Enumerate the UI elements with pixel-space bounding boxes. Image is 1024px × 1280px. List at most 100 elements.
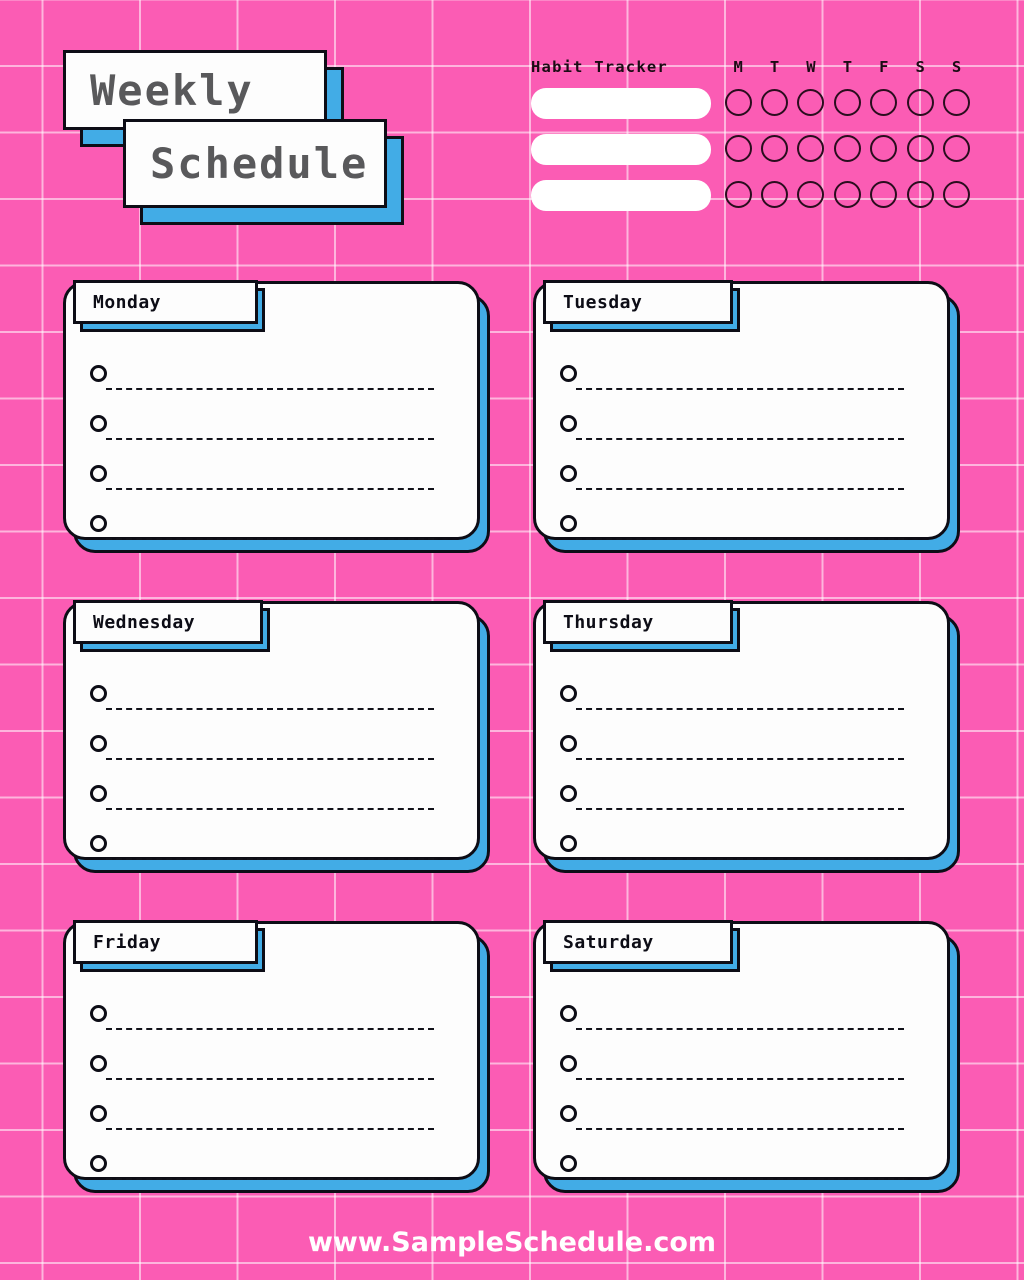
task-checkbox[interactable] — [560, 515, 577, 532]
task-checkbox[interactable] — [90, 685, 107, 702]
task-write-line[interactable] — [106, 858, 434, 860]
task-write-line[interactable] — [576, 488, 904, 490]
habit-check-cell[interactable] — [829, 84, 865, 116]
habit-name-input[interactable] — [531, 134, 711, 165]
habit-check-cell[interactable] — [720, 84, 756, 116]
task-write-line[interactable] — [576, 388, 904, 390]
habit-check-cell[interactable] — [793, 130, 829, 162]
task-write-line[interactable] — [106, 1128, 434, 1130]
habit-check-cell[interactable] — [866, 176, 902, 208]
habit-check-cell[interactable] — [938, 130, 974, 162]
task-checkbox[interactable] — [90, 515, 107, 532]
habit-check-cell[interactable] — [756, 130, 792, 162]
task-checkbox[interactable] — [90, 785, 107, 802]
task-checkbox[interactable] — [90, 1155, 107, 1172]
day-card-friday: Friday — [63, 920, 490, 1193]
habit-day-header-wednesday: W — [806, 58, 816, 76]
task-row — [536, 510, 953, 560]
task-checkbox[interactable] — [90, 735, 107, 752]
task-checkbox[interactable] — [90, 1005, 107, 1022]
task-write-line[interactable] — [576, 808, 904, 810]
task-checkbox[interactable] — [90, 415, 107, 432]
habit-check-cell[interactable] — [756, 176, 792, 208]
circle-icon — [833, 89, 861, 116]
habit-day-header-saturday: S — [915, 58, 925, 76]
task-write-line[interactable] — [576, 708, 904, 710]
task-checkbox[interactable] — [560, 685, 577, 702]
task-write-line[interactable] — [576, 1028, 904, 1030]
habit-tracker: Habit Tracker M T W T F S S — [525, 58, 975, 223]
habit-check-group — [720, 84, 975, 116]
task-row — [66, 1150, 483, 1200]
task-checkbox[interactable] — [90, 835, 107, 852]
task-write-line[interactable] — [106, 438, 434, 440]
habit-check-cell[interactable] — [938, 176, 974, 208]
day-card-wednesday: Wednesday — [63, 600, 490, 873]
task-write-line[interactable] — [106, 1078, 434, 1080]
task-write-line[interactable] — [106, 1178, 434, 1180]
task-write-line[interactable] — [576, 438, 904, 440]
task-checkbox[interactable] — [560, 835, 577, 852]
task-checkbox[interactable] — [90, 365, 107, 382]
habit-row — [525, 130, 975, 176]
task-write-line[interactable] — [106, 1028, 434, 1030]
task-write-line[interactable] — [576, 858, 904, 860]
habit-check-cell[interactable] — [720, 176, 756, 208]
task-checkbox[interactable] — [560, 1105, 577, 1122]
task-row — [66, 680, 483, 730]
task-checkbox[interactable] — [560, 735, 577, 752]
task-row — [536, 1000, 953, 1050]
day-label: Tuesday — [563, 291, 643, 313]
habit-check-cell[interactable] — [902, 130, 938, 162]
task-write-line[interactable] — [576, 538, 904, 540]
task-list — [66, 1000, 483, 1200]
habit-check-cell[interactable] — [793, 176, 829, 208]
day-label: Monday — [93, 291, 162, 313]
habit-check-cell[interactable] — [720, 130, 756, 162]
task-write-line[interactable] — [106, 388, 434, 390]
title-line-1: Weekly — [90, 65, 254, 115]
habit-name-input[interactable] — [531, 88, 711, 119]
weekly-schedule-page: Weekly Schedule Habit Tracker M T W T F … — [0, 0, 1024, 1280]
task-checkbox[interactable] — [90, 465, 107, 482]
task-write-line[interactable] — [106, 538, 434, 540]
task-row — [66, 460, 483, 510]
task-write-line[interactable] — [106, 758, 434, 760]
task-write-line[interactable] — [106, 488, 434, 490]
task-row — [536, 360, 953, 410]
habit-check-cell[interactable] — [829, 130, 865, 162]
habit-check-cell[interactable] — [902, 84, 938, 116]
task-row — [536, 1150, 953, 1200]
task-write-line[interactable] — [106, 708, 434, 710]
habit-check-cell[interactable] — [756, 84, 792, 116]
task-checkbox[interactable] — [90, 1055, 107, 1072]
habit-check-cell[interactable] — [829, 176, 865, 208]
habit-name-input[interactable] — [531, 180, 711, 211]
task-write-line[interactable] — [576, 758, 904, 760]
task-row — [536, 1050, 953, 1100]
habit-check-cell[interactable] — [938, 84, 974, 116]
day-card-thursday: Thursday — [533, 600, 960, 873]
task-write-line[interactable] — [576, 1078, 904, 1080]
day-label: Thursday — [563, 611, 654, 633]
task-write-line[interactable] — [106, 808, 434, 810]
task-checkbox[interactable] — [560, 1155, 577, 1172]
task-checkbox[interactable] — [560, 1005, 577, 1022]
task-checkbox[interactable] — [90, 1105, 107, 1122]
task-checkbox[interactable] — [560, 465, 577, 482]
task-row — [66, 780, 483, 830]
task-checkbox[interactable] — [560, 785, 577, 802]
task-write-line[interactable] — [576, 1128, 904, 1130]
task-checkbox[interactable] — [560, 415, 577, 432]
habit-check-cell[interactable] — [866, 84, 902, 116]
circle-icon — [943, 181, 971, 208]
day-card-monday: Monday — [63, 280, 490, 553]
task-checkbox[interactable] — [560, 365, 577, 382]
task-write-line[interactable] — [576, 1178, 904, 1180]
title-block-schedule: Schedule — [123, 119, 387, 208]
card-label-tab: Tuesday — [543, 280, 733, 324]
habit-check-cell[interactable] — [902, 176, 938, 208]
task-checkbox[interactable] — [560, 1055, 577, 1072]
habit-check-cell[interactable] — [866, 130, 902, 162]
habit-check-cell[interactable] — [793, 84, 829, 116]
